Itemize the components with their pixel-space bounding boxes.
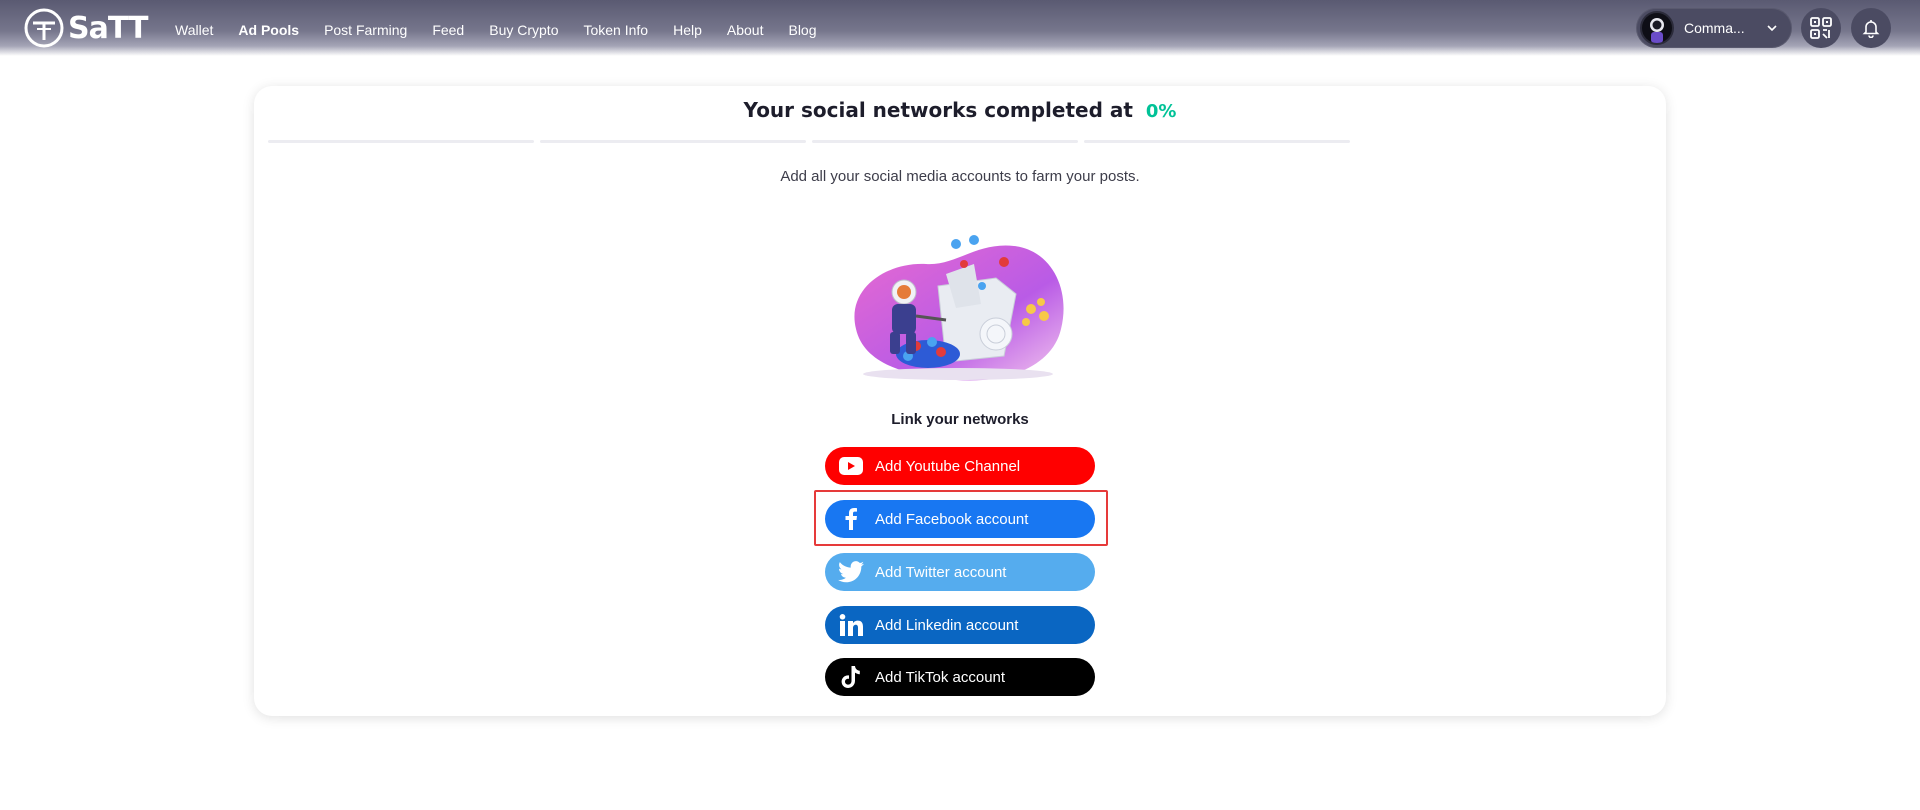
add-youtube-label: Add Youtube Channel xyxy=(875,457,1021,475)
farming-illustration xyxy=(854,235,1064,381)
nav-blog[interactable]: Blog xyxy=(788,22,816,38)
completion-heading: Your social networks completed at 0% xyxy=(254,98,1666,122)
progress-segment xyxy=(268,140,534,143)
add-twitter-label: Add Twitter account xyxy=(875,563,1007,581)
add-youtube-button[interactable]: Add Youtube Channel xyxy=(825,447,1095,485)
completion-heading-text: Your social networks completed at xyxy=(743,98,1133,122)
nav-post-farming[interactable]: Post Farming xyxy=(324,22,407,38)
top-navbar: SaTT Wallet Ad Pools Post Farming Feed B… xyxy=(0,0,1920,56)
link-networks-title: Link your networks xyxy=(891,411,1029,428)
completion-progress-bar xyxy=(268,140,1350,143)
astronaut-avatar-icon xyxy=(1650,18,1664,43)
add-linkedin-label: Add Linkedin account xyxy=(875,616,1019,634)
add-tiktok-button[interactable]: Add TikTok account xyxy=(825,658,1095,696)
nav-token-info[interactable]: Token Info xyxy=(583,22,648,38)
satt-logo-icon xyxy=(24,8,64,48)
nav-wallet[interactable]: Wallet xyxy=(175,22,213,38)
account-menu[interactable]: Comma... xyxy=(1636,8,1792,48)
instructions-text: Add all your social media accounts to fa… xyxy=(780,168,1140,185)
social-networks-card: Your social networks completed at 0% Add… xyxy=(254,86,1666,716)
main-nav: Wallet Ad Pools Post Farming Feed Buy Cr… xyxy=(175,22,842,38)
chevron-down-icon xyxy=(1767,25,1777,32)
avatar xyxy=(1640,11,1674,45)
notifications-button[interactable] xyxy=(1851,8,1891,48)
progress-segment xyxy=(540,140,806,143)
qr-code-icon xyxy=(1810,17,1832,39)
linkedin-icon xyxy=(839,614,863,636)
add-tiktok-label: Add TikTok account xyxy=(875,668,1006,686)
twitter-icon xyxy=(838,561,864,583)
nav-help[interactable]: Help xyxy=(673,22,702,38)
nav-about[interactable]: About xyxy=(727,22,764,38)
nav-buy-crypto[interactable]: Buy Crypto xyxy=(489,22,558,38)
completion-percent: 0% xyxy=(1145,101,1177,122)
brand-name: SaTT xyxy=(68,10,148,46)
bell-icon xyxy=(1862,20,1880,38)
nav-ad-pools[interactable]: Ad Pools xyxy=(238,22,299,38)
add-twitter-button[interactable]: Add Twitter account xyxy=(825,553,1095,591)
add-linkedin-button[interactable]: Add Linkedin account xyxy=(825,606,1095,644)
add-facebook-button[interactable]: Add Facebook account xyxy=(825,500,1095,538)
youtube-icon xyxy=(839,457,863,475)
progress-segment xyxy=(812,140,1078,143)
progress-segment xyxy=(1084,140,1350,143)
account-name: Comma... xyxy=(1684,20,1745,36)
qr-code-button[interactable] xyxy=(1801,8,1841,48)
add-facebook-label: Add Facebook account xyxy=(875,510,1029,528)
nav-feed[interactable]: Feed xyxy=(432,22,464,38)
satt-logo[interactable]: SaTT xyxy=(24,8,148,48)
facebook-icon xyxy=(845,508,857,530)
tiktok-icon xyxy=(841,666,860,688)
